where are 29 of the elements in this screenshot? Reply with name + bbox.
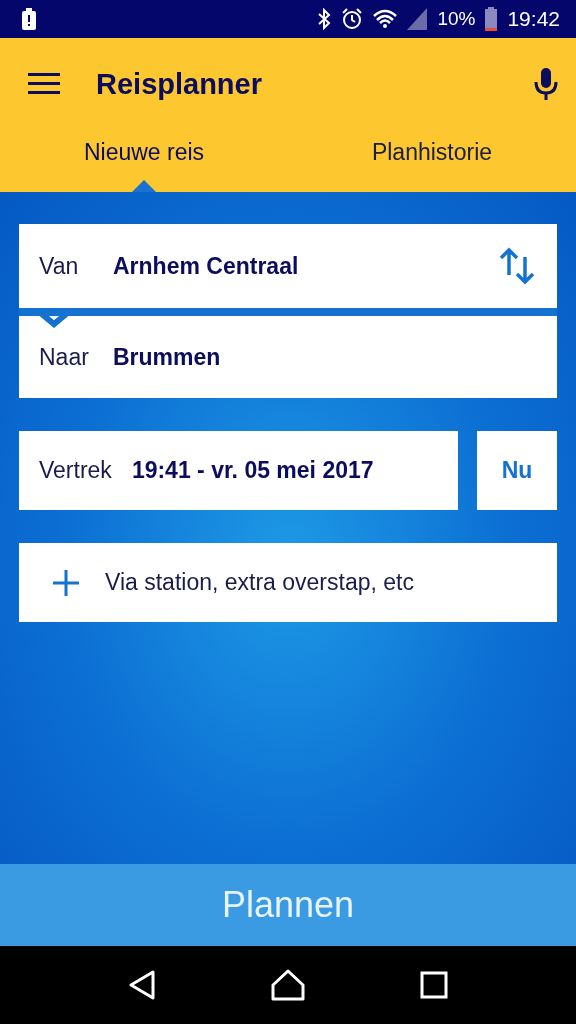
to-label: Naar bbox=[39, 343, 90, 371]
battery-percent: 10% bbox=[437, 8, 476, 30]
departure-field[interactable]: Vertrek 19:41 - vr. 05 mei 2017 bbox=[19, 431, 458, 510]
app-title: Reisplanner bbox=[96, 67, 262, 101]
from-field[interactable]: Van Arnhem Centraal bbox=[19, 224, 557, 308]
microphone-icon[interactable] bbox=[534, 68, 558, 100]
via-row[interactable]: Via station, extra overstap, etc bbox=[19, 543, 557, 622]
departure-label: Vertrek bbox=[39, 457, 112, 484]
square-icon[interactable] bbox=[420, 971, 449, 999]
home-icon[interactable] bbox=[271, 969, 305, 1001]
from-label: Van bbox=[39, 252, 80, 280]
now-button[interactable]: Nu bbox=[477, 431, 557, 510]
bluetooth-icon bbox=[317, 8, 332, 30]
via-label: Via station, extra overstap, etc bbox=[105, 569, 414, 596]
from-station: Arnhem Centraal bbox=[113, 252, 299, 280]
plus-icon bbox=[53, 569, 79, 596]
wifi-icon bbox=[373, 9, 398, 29]
to-field[interactable]: Naar Brummen bbox=[19, 316, 557, 398]
clock-time: 19:42 bbox=[507, 7, 560, 31]
battery-icon bbox=[485, 7, 498, 31]
tab[interactable]: Planhistorie bbox=[288, 130, 576, 192]
alarm-clock-icon bbox=[341, 8, 364, 30]
signal-icon bbox=[407, 8, 428, 30]
back-icon[interactable] bbox=[127, 970, 156, 1000]
menu-icon[interactable] bbox=[28, 73, 60, 95]
departure-time: 19:41 - vr. 05 mei 2017 bbox=[131, 457, 374, 484]
to-station: Brummen bbox=[113, 343, 221, 371]
alert-battery-icon bbox=[22, 8, 36, 30]
swap-arrows-icon[interactable] bbox=[497, 247, 537, 285]
